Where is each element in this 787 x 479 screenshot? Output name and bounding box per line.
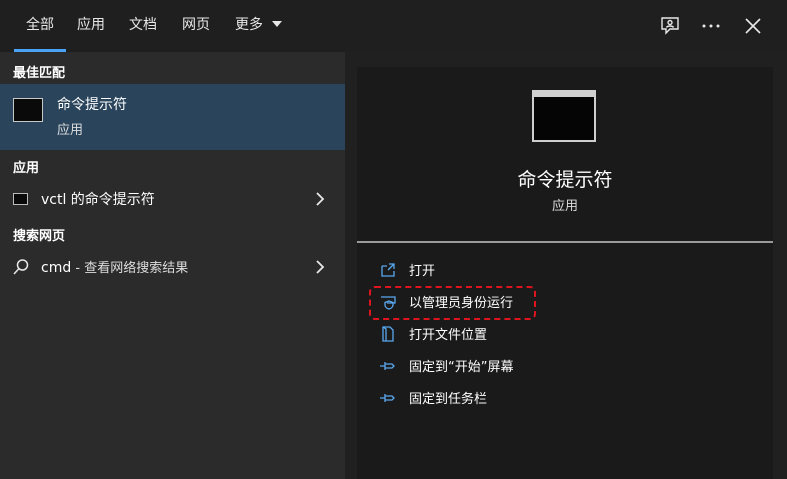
detail-subtitle: 应用 bbox=[551, 199, 578, 214]
action-pin-to-start[interactable]: 固定到“开始”屏幕 bbox=[357, 353, 773, 379]
search-icon bbox=[13, 259, 29, 275]
tab-all[interactable]: 全部 bbox=[14, 0, 66, 52]
list-item-label: vctl 的命令提示符 bbox=[41, 192, 155, 208]
list-item-vctl-cmd[interactable]: vctl 的命令提示符 bbox=[0, 183, 345, 215]
action-label: 固定到任务栏 bbox=[409, 392, 488, 407]
cmd-app-icon bbox=[13, 98, 43, 122]
results-panel: 最佳匹配 命令提示符 应用 应用 vctl 的命令提示符 搜索网页 cmd - … bbox=[0, 52, 345, 479]
action-open-file-location[interactable]: 打开文件位置 bbox=[357, 321, 773, 347]
chevron-right-icon[interactable] bbox=[313, 259, 327, 275]
tab-documents[interactable]: 文档 bbox=[129, 0, 157, 52]
section-web-search: 搜索网页 bbox=[13, 229, 66, 244]
top-bar: 全部 应用 文档 网页 更多 bbox=[0, 0, 787, 52]
tab-more[interactable]: 更多 bbox=[235, 0, 283, 52]
best-match-item[interactable]: 命令提示符 应用 bbox=[0, 84, 345, 150]
tab-web[interactable]: 网页 bbox=[182, 0, 210, 52]
annotation-highlight-box bbox=[369, 286, 536, 320]
action-label: 固定到“开始”屏幕 bbox=[409, 360, 514, 375]
best-match-subtitle: 应用 bbox=[57, 123, 84, 138]
action-label: 打开 bbox=[409, 264, 436, 279]
chevron-down-icon bbox=[272, 21, 283, 27]
section-apps: 应用 bbox=[13, 161, 40, 176]
divider bbox=[357, 241, 773, 243]
action-label: 打开文件位置 bbox=[409, 328, 488, 343]
web-query: cmd bbox=[41, 260, 72, 276]
feedback-icon[interactable] bbox=[658, 14, 682, 38]
detail-title: 命令提示符 bbox=[517, 169, 613, 191]
cmd-app-icon bbox=[13, 193, 28, 205]
web-query-hint: - 查看网络搜索结果 bbox=[71, 261, 189, 276]
pin-icon bbox=[380, 362, 395, 370]
window-titlebar bbox=[534, 92, 594, 97]
action-open[interactable]: 打开 bbox=[357, 257, 773, 283]
tab-more-label: 更多 bbox=[235, 17, 263, 33]
list-item-label: cmd - 查看网络搜索结果 bbox=[41, 257, 188, 276]
cmd-app-large-icon bbox=[532, 90, 596, 142]
open-icon bbox=[381, 263, 395, 277]
close-icon[interactable] bbox=[741, 14, 765, 38]
best-match-title: 命令提示符 bbox=[57, 97, 127, 113]
more-options-icon[interactable] bbox=[699, 14, 723, 38]
file-location-icon bbox=[382, 326, 394, 342]
detail-panel: 命令提示符 应用 打开 以管理员身份运行 打开文件位置 固定到“开始”屏幕 固定… bbox=[357, 67, 773, 479]
action-pin-to-taskbar[interactable]: 固定到任务栏 bbox=[357, 385, 773, 411]
list-item-web-search[interactable]: cmd - 查看网络搜索结果 bbox=[0, 251, 345, 283]
pin-icon bbox=[380, 394, 395, 402]
section-best-match: 最佳匹配 bbox=[13, 66, 66, 81]
chevron-right-icon[interactable] bbox=[313, 191, 327, 207]
tab-apps[interactable]: 应用 bbox=[77, 0, 105, 52]
